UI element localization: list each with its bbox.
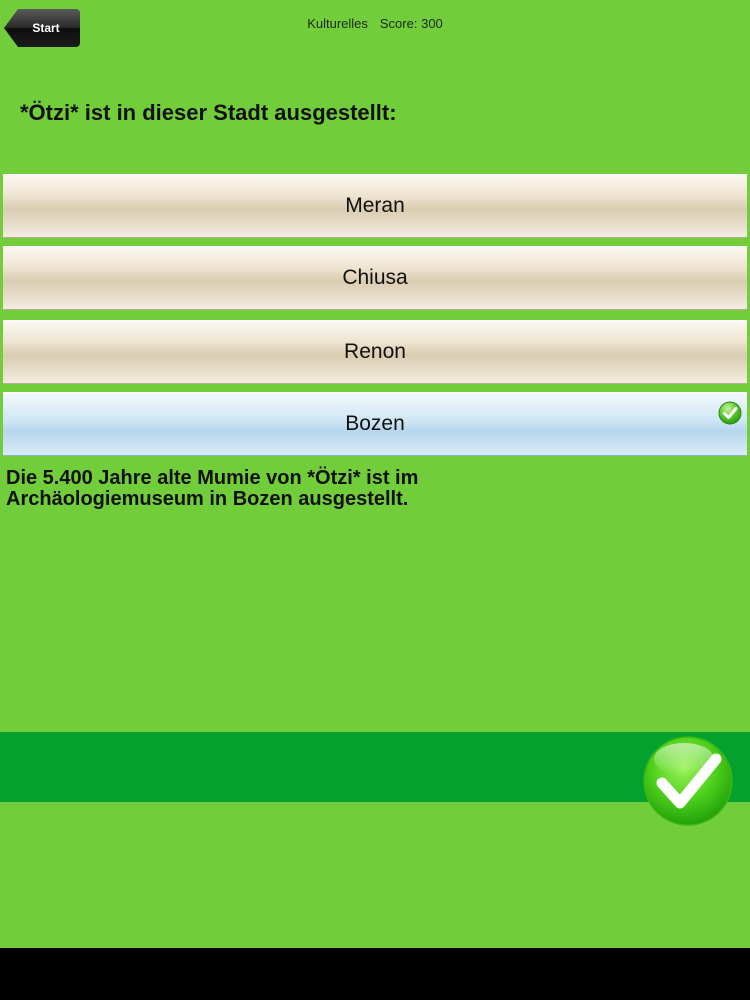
answer-option-bozen[interactable]: Bozen (3, 392, 747, 456)
explanation-text: Die 5.400 Jahre alte Mumie von *Ötzi* is… (6, 467, 419, 510)
checkmark-icon[interactable] (640, 735, 736, 827)
quiz-screen: Start Kulturelles Score: 300 *Ötzi* ist i… (0, 0, 750, 948)
checkmark-icon (718, 401, 742, 425)
answer-option-renon[interactable]: Renon (3, 320, 747, 384)
question-text: *Ötzi* ist in dieser Stadt ausgestellt: (20, 100, 397, 125)
answer-option-meran[interactable]: Meran (3, 174, 747, 238)
score-label: Score: (379, 16, 418, 31)
answer-option-chiusa[interactable]: Chiusa (3, 246, 747, 310)
score-value: 300 (421, 16, 443, 31)
answer-label: Meran (345, 194, 405, 217)
header-info: Kulturelles Score: 300 (0, 16, 750, 31)
score-display: Score: 300 (380, 16, 443, 31)
answer-label: Bozen (345, 412, 405, 435)
answer-label: Renon (344, 340, 406, 363)
category-label: Kulturelles (307, 16, 368, 31)
bottom-bar (0, 732, 750, 802)
answer-label: Chiusa (342, 266, 408, 289)
